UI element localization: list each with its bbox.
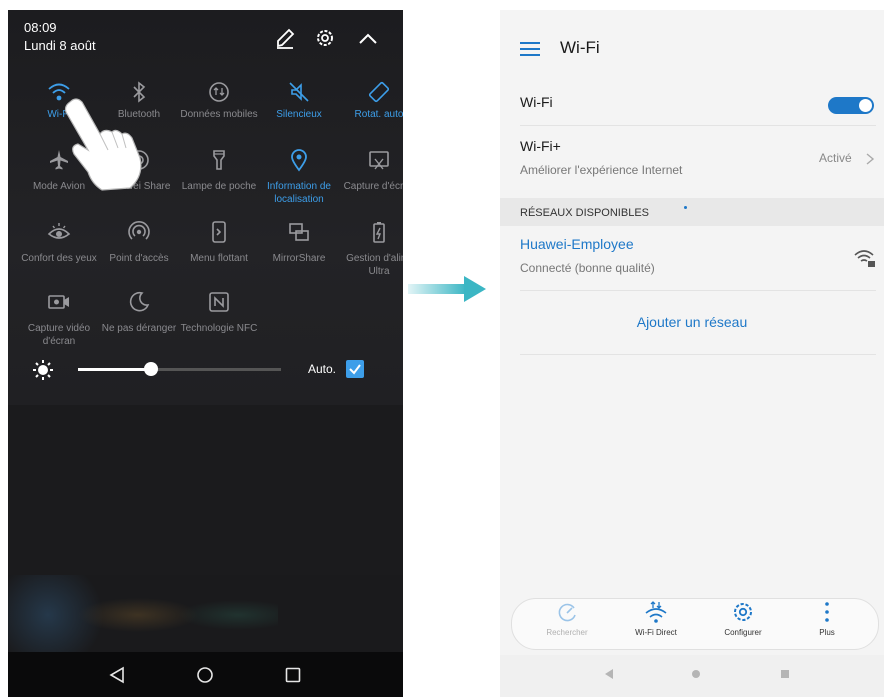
quick-tile-label[interactable]: Confort des yeux [20, 252, 98, 265]
silent-icon[interactable] [287, 80, 311, 104]
wifi-direct-icon[interactable] [644, 600, 668, 624]
home-circle-icon[interactable] [691, 669, 701, 679]
network-row[interactable]: Huawei-Employee Connecté (bonne qualité) [500, 226, 884, 292]
back-triangle-icon[interactable] [604, 668, 614, 680]
section-header-bar: RÉSEAUX DISPONIBLES [500, 198, 884, 226]
mobile-data-icon[interactable] [207, 80, 231, 104]
recents-square-icon[interactable] [284, 666, 302, 684]
auto-brightness-checkbox[interactable] [346, 360, 364, 378]
floating-menu-icon[interactable] [207, 220, 231, 244]
ultra-power-icon[interactable] [367, 220, 391, 244]
more-vertical-dots-icon[interactable] [823, 601, 831, 623]
location-icon[interactable] [287, 148, 311, 172]
page-title: Wi-Fi [560, 38, 600, 57]
collapse-chevron-icon[interactable] [357, 30, 379, 46]
wifi-plus-row[interactable]: Wi-Fi+ Améliorer l'expérience Internet A… [500, 126, 884, 198]
configure-label[interactable]: Configurer [708, 628, 778, 637]
quick-tile-label[interactable]: Lampe de poche [180, 180, 258, 193]
hand-pointer-icon [64, 98, 142, 191]
wifi-plus-subtitle: Améliorer l'expérience Internet [520, 163, 683, 177]
quick-tile-label[interactable]: Capture vidéo d'écran [20, 322, 98, 348]
search-action-label[interactable]: Rechercher [532, 628, 602, 637]
refresh-search-icon[interactable] [556, 602, 578, 624]
auto-brightness-label: Auto. [308, 362, 337, 376]
wifi-direct-label[interactable]: Wi-Fi Direct [621, 628, 691, 637]
brightness-slider[interactable] [78, 362, 281, 376]
back-triangle-icon[interactable] [108, 666, 126, 684]
edit-icon[interactable] [274, 27, 296, 49]
scanning-indicator [684, 206, 687, 209]
flashlight-icon[interactable] [207, 148, 231, 172]
transition-arrow-icon [408, 276, 486, 302]
hamburger-menu-icon[interactable] [520, 41, 540, 57]
wifi-switch-knob [859, 99, 872, 112]
quick-tile-label[interactable]: Gestion d'alim. Ultra [340, 252, 403, 278]
chevron-right-icon [866, 153, 875, 165]
notification-panel-screen: 08:09 Lundi 8 août Wi-Fi Bluetooth Données… [8, 10, 403, 697]
quick-tile-label[interactable]: Rotat. auto [340, 108, 403, 121]
quick-tile-label[interactable]: Information de localisation [260, 180, 338, 206]
available-networks-header: RÉSEAUX DISPONIBLES [520, 207, 649, 219]
brightness-icon [33, 360, 53, 380]
network-name: Huawei-Employee [520, 236, 634, 252]
settings-gear-icon[interactable] [314, 27, 336, 49]
more-label[interactable]: Plus [792, 628, 862, 637]
quick-tile-label[interactable]: Point d'accès [100, 252, 178, 265]
wifi-settings-screen: Wi-Fi Wi-Fi Wi-Fi+ Améliorer l'expérienc… [500, 10, 884, 697]
quick-tile-label[interactable]: Silencieux [260, 108, 338, 121]
quick-tile-label[interactable]: Ne pas déranger [100, 322, 178, 335]
wifi-toggle-row[interactable]: Wi-Fi [500, 82, 884, 126]
nfc-icon[interactable] [207, 290, 231, 314]
wifi-label: Wi-Fi [520, 94, 553, 110]
quick-tile-label[interactable]: MirrorShare [260, 252, 338, 265]
status-time: 08:09 [24, 20, 57, 35]
quick-tile-label[interactable]: Menu flottant [180, 252, 258, 265]
app-bar [500, 10, 884, 82]
wifi-plus-status: Activé [819, 151, 852, 165]
checkmark-icon [349, 364, 361, 375]
status-date: Lundi 8 août [24, 38, 96, 53]
home-circle-icon[interactable] [196, 666, 214, 684]
add-network-link[interactable]: Ajouter un réseau [500, 314, 884, 330]
quick-tile-label[interactable]: Capture d'écran [340, 180, 403, 193]
quick-tile-label[interactable]: Données mobiles [180, 108, 258, 121]
quick-tile-label[interactable]: Technologie NFC [180, 322, 258, 335]
wifi-locked-signal-icon [854, 250, 875, 267]
wifi-plus-title: Wi-Fi+ [520, 138, 561, 154]
configure-gear-icon[interactable] [732, 601, 754, 623]
brightness-slider-thumb[interactable] [144, 362, 159, 376]
network-status: Connecté (bonne qualité) [520, 261, 655, 275]
eye-comfort-icon[interactable] [47, 220, 71, 244]
hotspot-icon[interactable] [127, 220, 151, 244]
mirrorshare-icon[interactable] [287, 220, 311, 244]
screen-record-icon[interactable] [47, 290, 71, 314]
screenshot-icon[interactable] [367, 148, 391, 172]
add-network-row[interactable]: Ajouter un réseau [500, 291, 884, 355]
auto-rotate-icon[interactable] [367, 80, 391, 104]
recents-square-icon[interactable] [780, 669, 790, 679]
wifi-switch[interactable] [828, 97, 874, 114]
do-not-disturb-icon[interactable] [127, 290, 151, 314]
